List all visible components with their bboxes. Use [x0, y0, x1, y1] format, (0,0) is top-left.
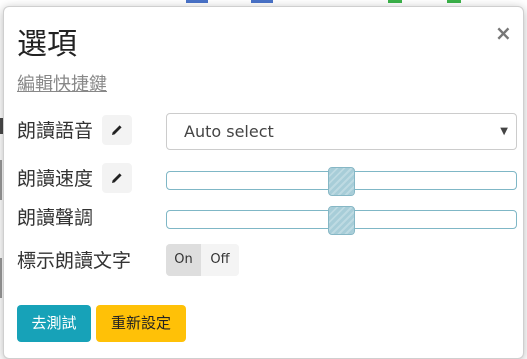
reset-button[interactable]: 重新設定	[96, 305, 186, 342]
background-fragment	[447, 0, 461, 3]
speed-slider-thumb[interactable]	[328, 167, 355, 196]
background-fragment	[0, 258, 2, 298]
voice-select[interactable]: Auto select ▼	[166, 113, 517, 150]
background-fragment	[251, 0, 273, 3]
highlight-label: 標示朗讀文字	[17, 250, 132, 272]
speed-slider[interactable]	[166, 167, 517, 196]
close-icon[interactable]: ×	[495, 23, 512, 43]
options-dialog: × 選項 編輯快捷鍵 朗讀語音 Auto select ▼ 朗讀速度 朗讀聲調	[3, 6, 524, 359]
dialog-title: 選項	[17, 27, 77, 62]
pencil-icon	[112, 173, 122, 183]
voice-select-value: Auto select	[184, 122, 274, 141]
test-button[interactable]: 去測試	[17, 305, 91, 342]
edit-voice-button[interactable]	[102, 115, 132, 145]
pencil-icon	[112, 125, 122, 135]
speed-row: 朗讀速度	[17, 161, 517, 197]
edit-shortcuts-link[interactable]: 編輯快捷鍵	[17, 73, 107, 97]
edit-speed-button[interactable]	[102, 163, 132, 193]
background-fragment	[388, 0, 402, 3]
speed-label: 朗讀速度	[17, 168, 94, 190]
background-fragment	[0, 160, 2, 200]
pitch-label: 朗讀聲調	[17, 207, 94, 229]
voice-row: 朗讀語音 Auto select ▼	[17, 113, 517, 150]
pitch-slider[interactable]	[166, 206, 517, 235]
caret-down-icon: ▼	[500, 126, 508, 137]
pitch-slider-thumb[interactable]	[328, 206, 355, 235]
background-fragment	[186, 0, 208, 3]
highlight-toggle: On Off	[166, 244, 239, 276]
toggle-on-button[interactable]: On	[166, 244, 201, 276]
voice-label: 朗讀語音	[17, 120, 94, 142]
highlight-row: 標示朗讀文字 On Off	[17, 244, 517, 280]
pitch-row: 朗讀聲調	[17, 200, 517, 236]
toggle-off-button[interactable]: Off	[201, 244, 239, 276]
